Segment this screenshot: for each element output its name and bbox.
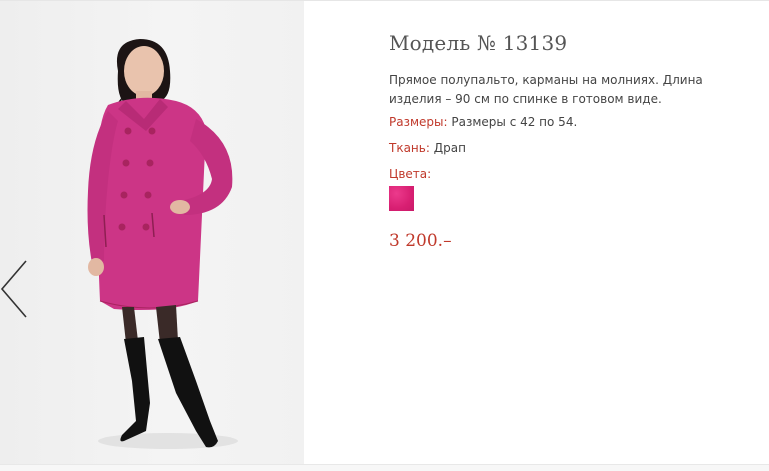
product-page: Модель № 13139 Прямое полупальто, карман… — [0, 0, 769, 471]
color-swatch-pink[interactable] — [389, 186, 414, 211]
colors-label: Цвета: — [389, 167, 432, 181]
colors-row: Цвета: — [389, 167, 759, 182]
chevron-left-icon — [0, 260, 27, 318]
prev-image-button[interactable] — [0, 257, 30, 321]
sizes-value: Размеры с 42 по 54. — [451, 115, 578, 129]
bottom-divider — [0, 464, 769, 471]
sizes-row: Размеры: Размеры с 42 по 54. — [389, 115, 759, 130]
product-price: 3 200.– — [389, 231, 452, 251]
sizes-label: Размеры: — [389, 115, 448, 129]
fabric-value: Драп — [433, 141, 466, 155]
product-info: Модель № 13139 Прямое полупальто, карман… — [389, 31, 759, 251]
product-description: Прямое полупальто, карманы на молниях. Д… — [389, 73, 703, 106]
product-photo — [0, 1, 304, 466]
fabric-label: Ткань: — [389, 141, 430, 155]
model-image — [87, 39, 238, 449]
fabric-row: Ткань: Драп — [389, 141, 759, 156]
product-title: Модель № 13139 — [389, 31, 568, 55]
